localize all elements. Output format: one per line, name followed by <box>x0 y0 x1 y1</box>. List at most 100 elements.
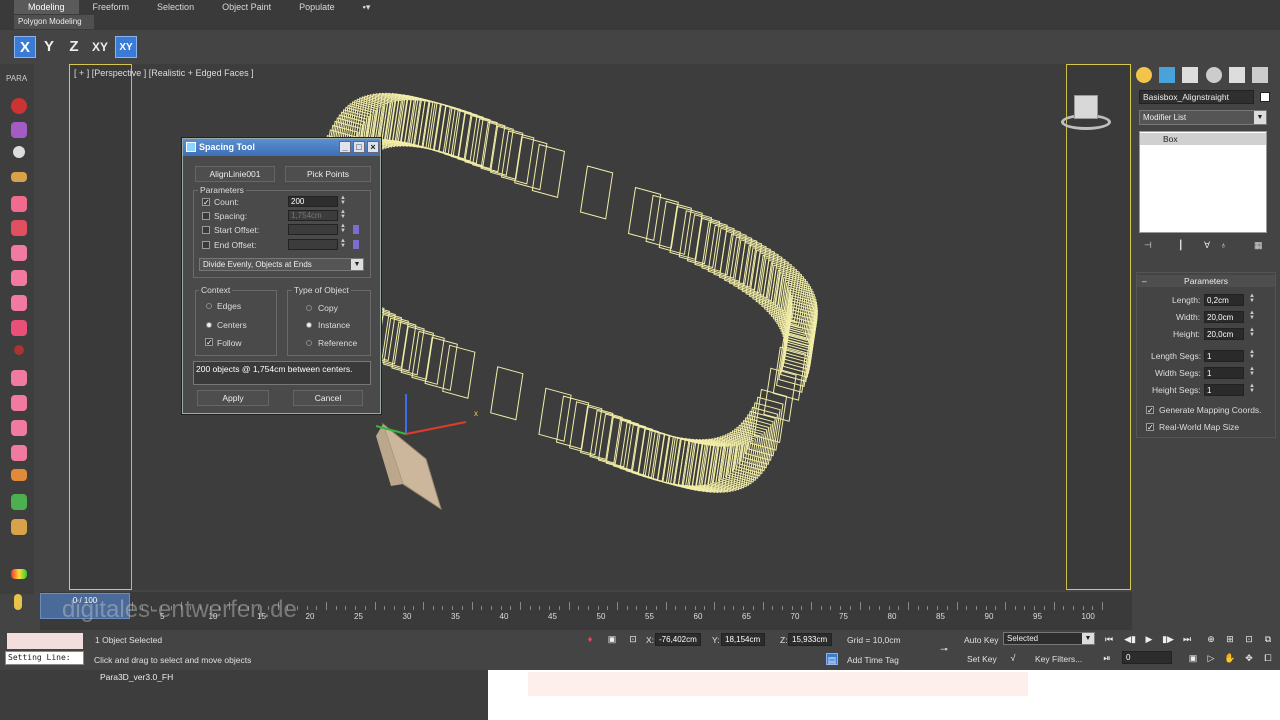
auto-key-button[interactable]: Auto Key <box>964 635 999 645</box>
count-spinner[interactable]: ▲ ▼ <box>340 195 346 207</box>
configure-sets-icon[interactable]: ▦ <box>1254 240 1263 251</box>
time-tag-icon[interactable]: ▤ <box>826 653 838 665</box>
key-mode-toggle-icon[interactable]: ⏯ <box>1101 652 1113 664</box>
start-offset-spinner[interactable]: ▲ ▼ <box>340 223 346 235</box>
start-offset-checkbox[interactable] <box>202 226 210 234</box>
parameters-rollout-title[interactable]: – Parameters <box>1137 275 1275 287</box>
y-coordinate-field[interactable]: 18,154cm <box>721 633 765 646</box>
start-offset-lock-icon[interactable] <box>353 225 359 234</box>
pan-icon[interactable]: ✋ <box>1224 652 1236 664</box>
tool-icon-12[interactable] <box>11 370 27 386</box>
maximize-button[interactable]: □ <box>353 141 365 153</box>
tab-modeling[interactable]: Modeling <box>14 0 79 14</box>
real-world-map-checkbox[interactable]: ✓ <box>1146 423 1154 432</box>
axis-z-button[interactable]: Z <box>63 36 85 58</box>
maxscript-mini-listener[interactable] <box>7 633 83 649</box>
apply-button[interactable]: Apply <box>197 390 269 406</box>
follow-checkbox[interactable]: ✓ <box>205 338 213 347</box>
generate-mapping-checkbox[interactable]: ✓ <box>1146 406 1154 415</box>
zoom-icon[interactable]: ⊕ <box>1205 633 1217 645</box>
camera-icon[interactable] <box>11 469 27 481</box>
tool-icon-6[interactable] <box>11 220 27 236</box>
height-segs-field[interactable]: 1 <box>1204 384 1244 396</box>
tool-icon-5[interactable] <box>11 196 27 212</box>
spacing-spinner[interactable]: ▲ ▼ <box>340 209 346 221</box>
modify-tab-icon[interactable] <box>1159 67 1175 83</box>
make-unique-icon[interactable]: ∀ <box>1204 240 1210 251</box>
ribbon-options-icon[interactable]: ▪▾ <box>349 0 385 14</box>
zoom-extents-all-icon[interactable]: ⧉ <box>1262 633 1274 645</box>
next-frame-icon[interactable]: ▮▶ <box>1162 633 1174 645</box>
absolute-mode-icon[interactable]: ⊡ <box>627 633 639 645</box>
orbit-icon[interactable]: ✥ <box>1243 652 1255 664</box>
tab-populate[interactable]: Populate <box>285 0 349 14</box>
end-offset-field[interactable] <box>288 239 338 250</box>
width-segs-field[interactable]: 1 <box>1204 367 1244 379</box>
tool-icon-8[interactable] <box>11 270 27 286</box>
start-offset-field[interactable] <box>288 224 338 235</box>
lock-selection-icon[interactable]: ▣ <box>606 633 618 645</box>
x-coordinate-field[interactable]: -76,402cm <box>655 633 701 646</box>
play-icon[interactable]: ▶ <box>1143 633 1155 645</box>
go-to-start-icon[interactable]: ⏮ <box>1103 633 1115 645</box>
key-filters-button[interactable]: Key Filters... <box>1035 654 1082 664</box>
create-tab-icon[interactable] <box>1136 67 1152 83</box>
tool-icon-11[interactable] <box>14 345 24 355</box>
object-name-field[interactable]: Basisbox_Alignstraight <box>1139 90 1254 104</box>
height-spinner[interactable]: ▲ ▼ <box>1249 327 1255 339</box>
type-reference-radio[interactable] <box>306 340 312 346</box>
tool-icon-19[interactable] <box>11 569 27 579</box>
stack-item-box[interactable]: Box <box>1140 133 1266 145</box>
tool-icon-18[interactable] <box>11 519 27 535</box>
pin-stack-icon[interactable]: ⊣ <box>1144 240 1152 251</box>
utilities-tab-icon[interactable] <box>1252 67 1268 83</box>
close-button[interactable]: × <box>367 141 379 153</box>
set-key-button[interactable]: Set Key <box>967 654 997 664</box>
isolate-icon[interactable]: ♦ <box>584 633 596 645</box>
modifier-list-dropdown[interactable]: Modifier List ▼ <box>1139 110 1267 125</box>
motion-tab-icon[interactable] <box>1206 67 1222 83</box>
pencil-icon[interactable] <box>14 594 22 610</box>
tab-selection[interactable]: Selection <box>143 0 208 14</box>
axis-y-button[interactable]: Y <box>38 36 60 58</box>
length-segs-spinner[interactable]: ▲ ▼ <box>1249 349 1255 361</box>
context-centers-radio[interactable] <box>206 322 212 328</box>
tool-icon-14[interactable] <box>11 420 27 436</box>
axis-xy-toggle-button[interactable]: XY <box>115 36 137 58</box>
width-field[interactable]: 20,0cm <box>1204 311 1244 323</box>
end-offset-lock-icon[interactable] <box>353 240 359 249</box>
width-spinner[interactable]: ▲ ▼ <box>1249 310 1255 322</box>
ribbon-subpanel-polygon-modeling[interactable]: Polygon Modeling <box>14 15 94 29</box>
axis-xy-button[interactable]: XY <box>89 36 111 58</box>
height-field[interactable]: 20,0cm <box>1204 328 1244 340</box>
hierarchy-tab-icon[interactable] <box>1182 67 1198 83</box>
type-copy-radio[interactable] <box>306 305 312 311</box>
time-config-icon[interactable]: ▣ <box>1187 652 1199 664</box>
context-edges-radio[interactable] <box>206 303 212 309</box>
tool-icon-10[interactable] <box>11 320 27 336</box>
tab-object-paint[interactable]: Object Paint <box>208 0 285 14</box>
spacing-checkbox[interactable] <box>202 212 210 220</box>
dialog-titlebar[interactable]: Spacing Tool _ □ × <box>183 139 380 156</box>
type-instance-radio[interactable] <box>306 322 312 328</box>
axis-x-button[interactable]: X <box>14 36 36 58</box>
spaced-box[interactable] <box>531 143 566 199</box>
tool-icon-17[interactable] <box>11 494 27 510</box>
count-checkbox[interactable]: ✓ <box>202 198 210 207</box>
distribution-dropdown[interactable]: Divide Evenly, Objects at Ends ▼ <box>199 258 364 271</box>
zoom-all-icon[interactable]: ⊞ <box>1224 633 1236 645</box>
show-end-result-icon[interactable]: ┃ <box>1178 240 1183 251</box>
object-color-swatch[interactable] <box>1260 92 1270 102</box>
pick-path-button[interactable]: AlignLinie001 <box>195 166 275 182</box>
taskbar-label[interactable]: Para3D_ver3.0_FH <box>100 672 173 682</box>
tool-icon-15[interactable] <box>11 445 27 461</box>
tool-icon-4[interactable] <box>11 172 27 182</box>
previous-frame-icon[interactable]: ◀▮ <box>1124 633 1136 645</box>
add-time-tag[interactable]: Add Time Tag <box>847 655 899 665</box>
viewcube-icon[interactable] <box>1059 92 1113 136</box>
tool-icon-13[interactable] <box>11 395 27 411</box>
spaced-box[interactable] <box>442 344 476 399</box>
height-segs-spinner[interactable]: ▲ ▼ <box>1249 383 1255 395</box>
pick-points-button[interactable]: Pick Points <box>285 166 371 182</box>
length-segs-field[interactable]: 1 <box>1204 350 1244 362</box>
